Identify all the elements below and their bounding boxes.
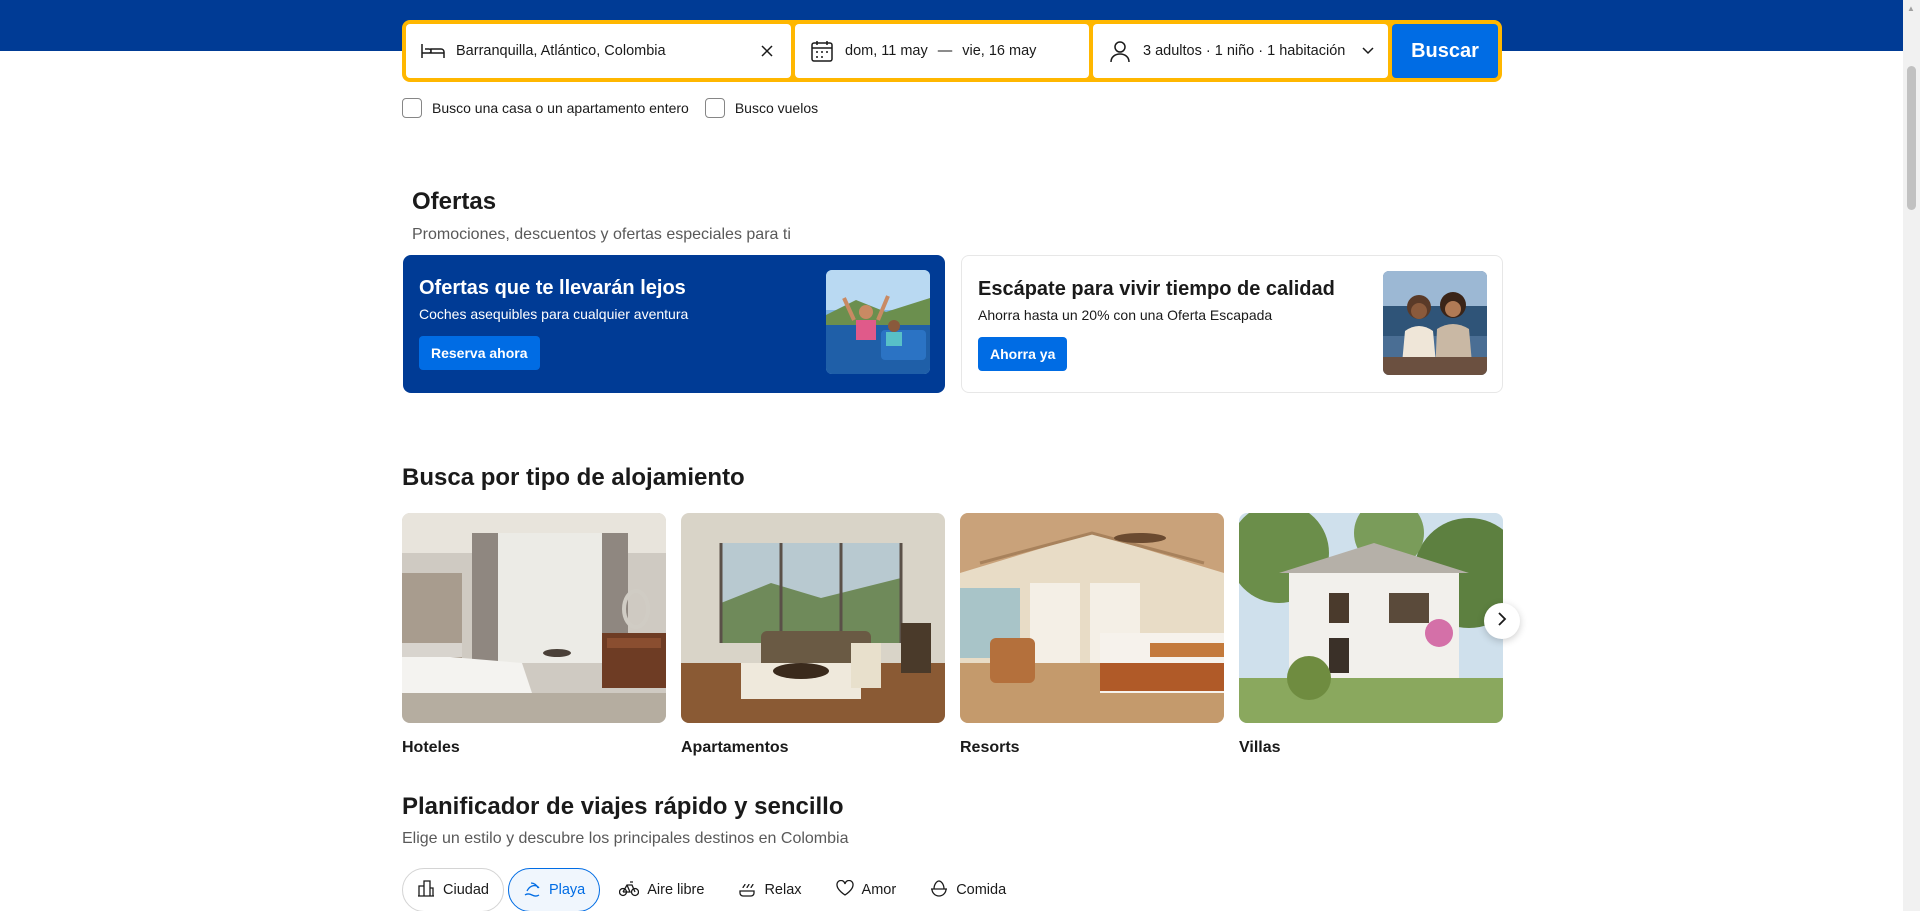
scrollbar-thumb[interactable] — [1907, 66, 1916, 210]
dates-field[interactable]: dom, 11 may — vie, 16 may — [795, 24, 1089, 78]
person-icon — [1107, 38, 1133, 64]
relax-icon — [738, 879, 756, 901]
chip-amor[interactable]: Amor — [821, 868, 912, 911]
chip-playa[interactable]: Playa — [507, 868, 601, 911]
destination-value: Barranquilla, Atlántico, Colombia — [456, 43, 666, 59]
beach-icon — [523, 879, 541, 901]
save-now-button[interactable]: Ahorra ya — [978, 337, 1068, 371]
bike-icon — [619, 879, 640, 901]
flights-checkbox[interactable]: Busco vuelos — [704, 98, 819, 118]
chip-comida[interactable]: Comida — [915, 868, 1021, 911]
property-card-apartments[interactable]: Apartamentos — [681, 513, 945, 757]
chip-label: Amor — [861, 882, 897, 898]
carousel-next-button[interactable] — [1484, 603, 1520, 639]
chip-label: Comida — [956, 882, 1007, 898]
hotel-room-image[interactable] — [402, 513, 666, 723]
villa-image[interactable] — [1239, 513, 1503, 723]
chip-label: Playa — [548, 882, 586, 898]
date-separator: — — [937, 43, 953, 59]
offer-card-getaway: Escápate para vivir tiempo de calidad Ah… — [961, 255, 1503, 393]
search-options: Busco una casa o un apartamento entero B… — [402, 98, 818, 118]
clear-destination-icon[interactable] — [757, 41, 777, 61]
property-label[interactable]: Resorts — [960, 739, 1224, 757]
planner-subtitle: Elige un estilo y descubre los principal… — [402, 830, 849, 847]
house-checkbox-label: Busco una casa o un apartamento entero — [432, 100, 689, 116]
city-icon — [417, 879, 435, 901]
search-button[interactable]: Buscar — [1392, 24, 1498, 78]
guests-value: 3 adultos · 1 niño · 1 habitación — [1143, 43, 1346, 59]
chip-label: Relax — [764, 882, 802, 898]
property-label[interactable]: Hoteles — [402, 739, 666, 757]
bed-icon — [420, 38, 446, 64]
property-types-title: Busca por tipo de alojamiento — [402, 464, 745, 491]
offers-subtitle: Promociones, descuentos y ofertas especi… — [412, 226, 791, 243]
food-icon — [930, 879, 948, 901]
property-label[interactable]: Villas — [1239, 739, 1503, 757]
chevron-right-icon — [1497, 611, 1507, 631]
calendar-icon — [809, 38, 835, 64]
planner-chips: Ciudad Playa Aire libre Relax Amor Comid… — [402, 868, 1021, 911]
chip-aire-libre[interactable]: Aire libre — [604, 868, 719, 911]
page-scrollbar[interactable]: ▲ — [1903, 0, 1920, 911]
chip-label: Ciudad — [443, 882, 489, 898]
destination-field[interactable]: Barranquilla, Atlántico, Colombia — [406, 24, 791, 78]
property-label[interactable]: Apartamentos — [681, 739, 945, 757]
chevron-down-icon — [1362, 43, 1374, 59]
checkbox-box[interactable] — [704, 98, 725, 118]
property-card-resorts[interactable]: Resorts — [960, 513, 1224, 757]
apartment-image[interactable] — [681, 513, 945, 723]
checkbox-box[interactable] — [402, 98, 422, 118]
property-card-villas[interactable]: Villas — [1239, 513, 1503, 757]
chip-label: Aire libre — [647, 882, 705, 898]
heart-icon — [835, 879, 854, 900]
resort-image[interactable] — [960, 513, 1224, 723]
flights-checkbox-label: Busco vuelos — [734, 100, 819, 116]
checkout-date: vie, 16 may — [962, 43, 1037, 59]
offer-image-couple — [1383, 271, 1487, 375]
scroll-up-icon[interactable]: ▲ — [1907, 4, 1915, 13]
search-bar: Barranquilla, Atlántico, Colombia dom, 1… — [402, 20, 1502, 82]
house-checkbox[interactable]: Busco una casa o un apartamento entero — [402, 98, 689, 118]
chip-ciudad[interactable]: Ciudad — [402, 868, 504, 911]
chip-relax[interactable]: Relax — [723, 868, 816, 911]
property-card-hotels[interactable]: Hoteles — [402, 513, 666, 757]
checkin-date: dom, 11 may — [845, 43, 928, 59]
guests-field[interactable]: 3 adultos · 1 niño · 1 habitación — [1093, 24, 1388, 78]
offers-title: Ofertas — [412, 188, 497, 215]
planner-title: Planificador de viajes rápido y sencillo — [402, 793, 844, 820]
offer-card-cars: Ofertas que te llevarán lejos Coches ase… — [403, 255, 945, 393]
offer-image-car-trip — [826, 270, 930, 374]
reserve-now-button[interactable]: Reserva ahora — [419, 336, 540, 370]
